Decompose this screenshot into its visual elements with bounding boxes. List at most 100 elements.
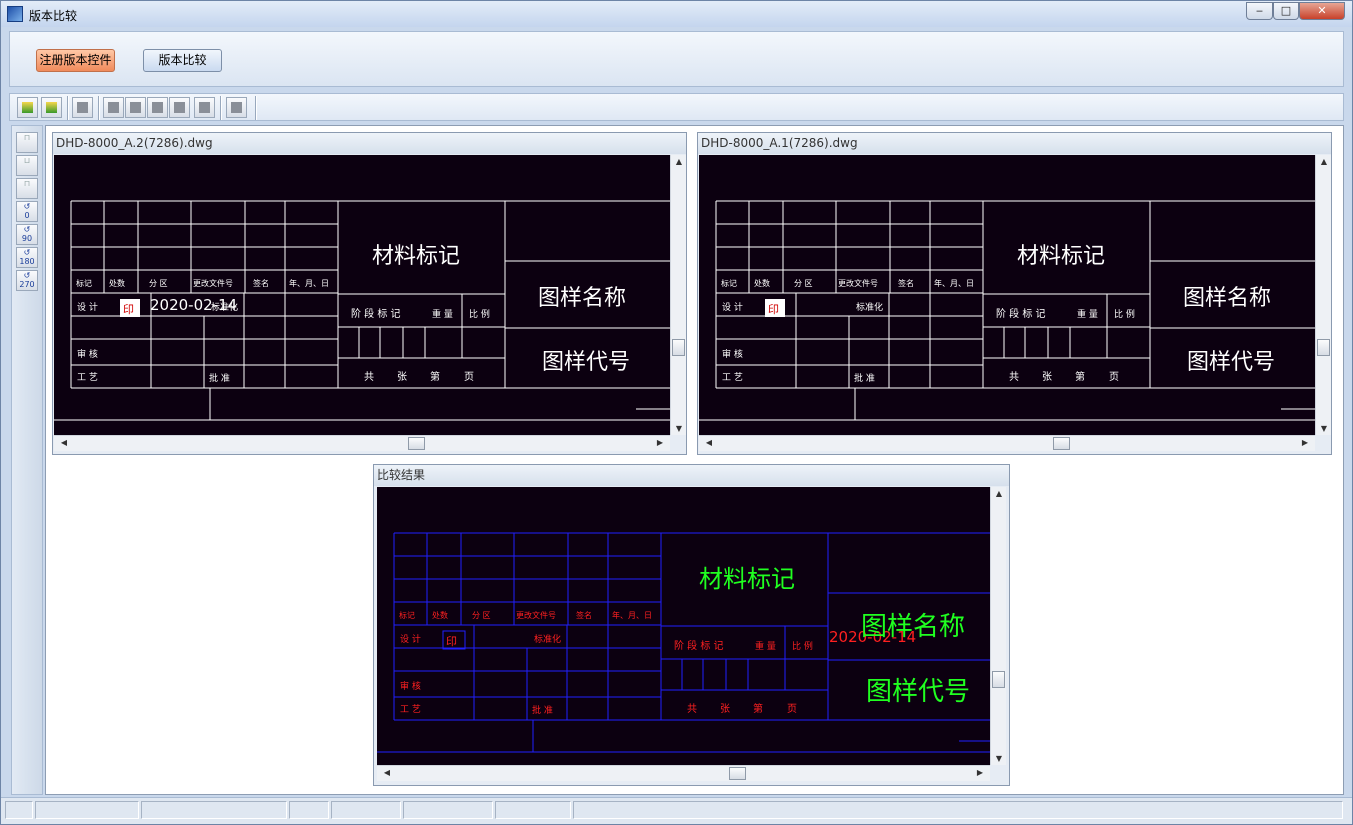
scroll-right-arrow[interactable]: ▶ (652, 438, 668, 447)
cad-text: 张 (397, 371, 407, 383)
scroll-down-arrow[interactable]: ▼ (991, 754, 1007, 763)
rotate-icon[interactable]: ↺ 180 (16, 247, 38, 268)
scroll-thumb[interactable] (729, 767, 746, 780)
status-pane (573, 801, 1343, 819)
title-bar: 版本比较 ‒ □ ✕ (1, 1, 1352, 27)
arrow-icon[interactable] (147, 97, 168, 118)
status-pane (403, 801, 493, 819)
vertical-scrollbar[interactable]: ▲ ▼ (1315, 155, 1331, 435)
mirror-icon[interactable]: ⊔ (16, 155, 38, 176)
maximize-button[interactable]: □ (1273, 2, 1299, 20)
compare-versions-button[interactable]: 版本比较 (143, 49, 222, 72)
cad-text: 共 (1009, 371, 1019, 383)
toolbar-separator (255, 96, 257, 120)
scroll-thumb[interactable] (992, 671, 1005, 688)
cad-text: 比 例 (792, 640, 813, 652)
toolbar-separator (98, 96, 100, 120)
rotate-icon[interactable]: ↺ 0 (16, 201, 38, 222)
scroll-down-arrow[interactable]: ▼ (671, 424, 687, 433)
scroll-down-arrow[interactable]: ▼ (1316, 424, 1332, 433)
left-toolbar: ⊓ ⊔ ⊓ ↺ 0 ↺ 90 ↺ 180 ↺ 270 (11, 125, 43, 795)
cad-text: 图样代号 (542, 350, 630, 375)
scroll-left-arrow[interactable]: ◀ (701, 438, 717, 447)
cad-text: 比 例 (1114, 308, 1135, 320)
cad-text: 标准化 (534, 633, 561, 645)
cad-text: 共 (364, 371, 374, 383)
rotate-icon[interactable]: ↺ 90 (16, 224, 38, 245)
close-button[interactable]: ✕ (1299, 2, 1345, 20)
cad-text: 图样名称 (538, 286, 626, 311)
mirror-icon[interactable]: ⊓ (16, 178, 38, 199)
panel-title: 比较结果 (374, 465, 1009, 486)
cad-text: 页 (787, 703, 797, 715)
scroll-up-arrow[interactable]: ▲ (671, 157, 687, 166)
cad-text: 更改文件号 (838, 278, 878, 288)
cad-text: 年、月、日 (612, 610, 652, 620)
cad-text: 工 艺 (400, 704, 421, 715)
cad-text: 图样名称 (1183, 286, 1271, 311)
shape-icon[interactable] (169, 97, 190, 118)
cad-text: 批 准 (209, 372, 230, 384)
scroll-thumb[interactable] (408, 437, 425, 450)
cad-text: 年、月、日 (289, 278, 329, 288)
horizontal-scrollbar[interactable]: ◀ ▶ (377, 765, 990, 781)
scroll-thumb[interactable] (672, 339, 685, 356)
workspace: DHD-8000_A.2(7286).dwg 标记 处数分 区更改文件号 签名 年、月… (45, 125, 1344, 795)
cad-text: 阶 段 标 记 (674, 639, 724, 652)
scroll-up-arrow[interactable]: ▲ (1316, 157, 1332, 166)
cad-text: 第 (430, 370, 440, 383)
cad-text: 签名 (898, 278, 914, 288)
cad-text: 工 艺 (77, 372, 98, 383)
panel-title: DHD-8000_A.1(7286).dwg (698, 133, 1331, 154)
lines-icon[interactable] (125, 97, 146, 118)
toolbar-separator (67, 96, 69, 120)
scroll-thumb[interactable] (1317, 339, 1330, 356)
open-icon[interactable] (17, 97, 38, 118)
mirror-icon[interactable]: ⊓ (16, 132, 38, 153)
result-canvas[interactable]: 标记 处数 分 区 更改文件号 签名 年、月、日设 计 标准化审 核工 艺 批 准 阶 段 标 … (377, 487, 990, 765)
cad-text: 标记 (399, 610, 415, 620)
scroll-up-arrow[interactable]: ▲ (991, 489, 1007, 498)
scroll-right-arrow[interactable]: ▶ (972, 768, 988, 777)
cad-text: 张 (1042, 371, 1052, 383)
status-bar (1, 797, 1352, 824)
scroll-thumb[interactable] (1053, 437, 1070, 450)
open-icon[interactable] (41, 97, 62, 118)
vertical-scrollbar[interactable]: ▲ ▼ (990, 487, 1006, 765)
title-block: 标记 处数分 区更改文件号 签名 年、月、日设 计标准化审 核工 艺批 准阶 段 标 … (54, 200, 670, 421)
horizontal-scrollbar[interactable]: ◀ ▶ (54, 435, 670, 451)
cad-text: 第 (753, 702, 763, 715)
cad-text: 张 (720, 703, 730, 715)
cad-text: 阶 段 标 记 (351, 307, 401, 320)
cad-text: 图样名称 (861, 612, 965, 642)
pointer-icon[interactable] (72, 97, 93, 118)
rotate-icon[interactable]: ↺ 270 (16, 270, 38, 291)
scroll-left-arrow[interactable]: ◀ (56, 438, 72, 447)
cad-text: 审 核 (77, 348, 98, 360)
status-pane (35, 801, 139, 819)
panel-title: DHD-8000_A.2(7286).dwg (53, 133, 686, 154)
register-version-control-button[interactable]: 注册版本控件 (36, 49, 115, 72)
drawing-canvas[interactable]: 标记 处数分 区更改文件号 签名 年、月、日设 计标准化审 核工 艺批 准阶 段 标 … (699, 155, 1315, 435)
cad-text: 标准化 (856, 301, 883, 313)
toolbar-separator (220, 96, 222, 120)
scroll-right-arrow[interactable]: ▶ (1297, 438, 1313, 447)
scroll-left-arrow[interactable]: ◀ (379, 768, 395, 777)
settings-icon[interactable] (226, 97, 247, 118)
cad-text: 材料标记 (372, 244, 460, 269)
cad-text: 批 准 (532, 704, 553, 716)
layer-icon[interactable] (103, 97, 124, 118)
minimize-button[interactable]: ‒ (1246, 2, 1273, 20)
cad-text: 图样代号 (1187, 350, 1275, 375)
cad-text: 共 (687, 703, 697, 715)
cad-text: 更改文件号 (193, 278, 233, 288)
vertical-scrollbar[interactable]: ▲ ▼ (670, 155, 686, 435)
status-pane (331, 801, 401, 819)
toolbar (9, 93, 1344, 121)
window-icon[interactable] (194, 97, 215, 118)
cad-text: 标记 (721, 278, 737, 288)
cad-text: 处数 (754, 278, 770, 288)
horizontal-scrollbar[interactable]: ◀ ▶ (699, 435, 1315, 451)
status-pane (495, 801, 571, 819)
drawing-canvas[interactable]: 标记 处数分 区更改文件号 签名 年、月、日设 计标准化审 核工 艺批 准阶 段 标 … (54, 155, 670, 435)
